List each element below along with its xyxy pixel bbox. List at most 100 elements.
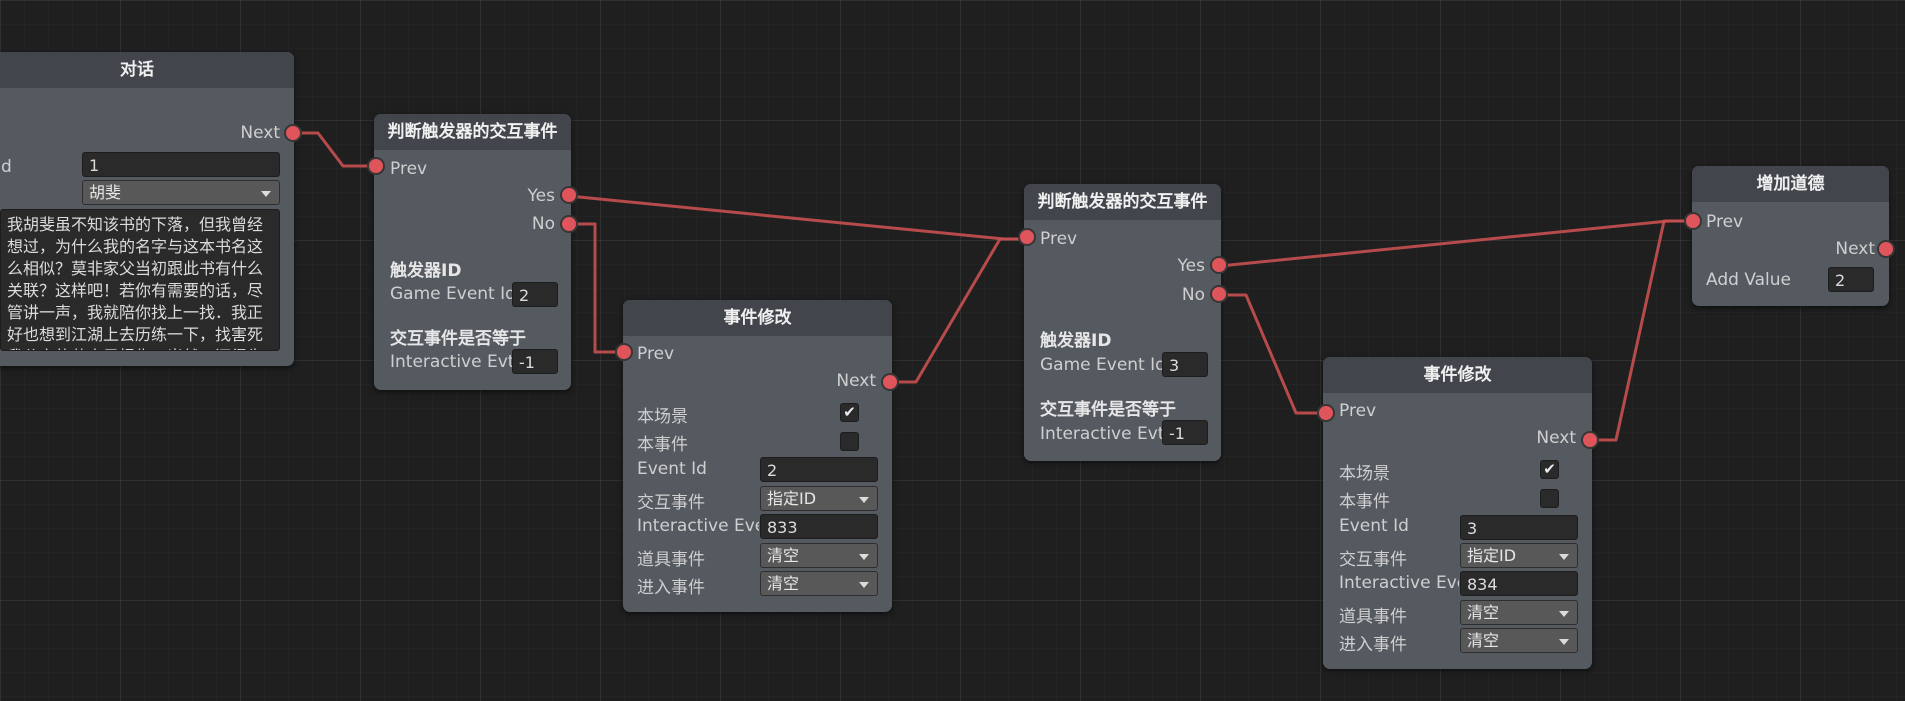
check-icon: ✔ [843, 403, 856, 421]
judge-trigger-node-1[interactable]: 判断触发器的交互事件 Prev Yes No 触发器ID Game Event … [374, 114, 571, 390]
judge1-no-port[interactable] [560, 215, 578, 233]
morality-prev-port[interactable] [1684, 212, 1702, 230]
wire-judge1-yes-to-judge2 [568, 194, 1028, 241]
yes-port-label: Yes [1177, 256, 1205, 276]
game-event-id-label: Game Event Id [1040, 355, 1166, 375]
node-title[interactable]: 增加道德 [1692, 166, 1889, 202]
trigger-id-heading: 触发器ID [1040, 331, 1112, 351]
wire-judge2-yes-to-morality [1219, 219, 1693, 268]
event2-prev-port[interactable] [1317, 404, 1335, 422]
chevron-down-icon [1559, 639, 1569, 645]
interactive-eve-field[interactable]: 834 [1460, 571, 1578, 596]
enter-event-dropdown[interactable]: 清空 [1460, 628, 1578, 653]
chevron-down-icon [859, 582, 869, 588]
add-morality-node[interactable]: 增加道德 Prev Next Add Value 2 [1692, 166, 1889, 306]
node-title[interactable]: 事件修改 [623, 300, 892, 336]
interactive-evt-label: Interactive Evt [390, 352, 515, 372]
interactive-eve-field[interactable]: 833 [760, 514, 878, 539]
wire-judge2-no-to-event2 [1220, 293, 1326, 415]
this-event-label: 本事件 [1339, 492, 1390, 512]
item-event-dropdown[interactable]: 清空 [1460, 600, 1578, 625]
item-event-dropdown[interactable]: 清空 [760, 543, 878, 568]
wire-event2-to-morality [1590, 219, 1693, 442]
no-port-label: No [531, 214, 555, 234]
no-port-label: No [1181, 285, 1205, 305]
interactive-event-value: 指定ID [767, 489, 817, 508]
interactive-event-label: 交互事件 [637, 493, 705, 513]
yes-port-label: Yes [527, 186, 555, 206]
interactive-event-value: 指定ID [1467, 546, 1517, 565]
this-scene-checkbox[interactable]: ✔ [840, 403, 859, 422]
interactive-evt-field[interactable]: -1 [1162, 420, 1208, 445]
item-event-label: 道具事件 [1339, 607, 1407, 627]
enter-event-dropdown[interactable]: 清空 [760, 571, 878, 596]
enter-event-label: 进入事件 [637, 578, 705, 598]
id-label: Id [0, 157, 12, 177]
this-event-checkbox[interactable] [1540, 489, 1559, 508]
morality-next-port[interactable] [1877, 240, 1895, 258]
interactive-evt-field[interactable]: -1 [512, 349, 558, 374]
event1-next-port[interactable] [881, 373, 899, 391]
dialog-node[interactable]: 对话 Next Id 1 胡斐 我胡斐虽不知该书的下落，但我曾经想过，为什么我的… [0, 52, 294, 366]
chevron-down-icon [859, 497, 869, 503]
judge2-prev-port[interactable] [1018, 228, 1036, 246]
interactive-event-dropdown[interactable]: 指定ID [760, 486, 878, 511]
chevron-down-icon [1559, 611, 1569, 617]
chevron-down-icon [261, 191, 271, 197]
this-scene-checkbox[interactable]: ✔ [1540, 460, 1559, 479]
this-event-label: 本事件 [637, 435, 688, 455]
id-field[interactable]: 1 [82, 152, 280, 177]
next-port-label: Next [836, 371, 876, 391]
next-port-label: Next [1835, 239, 1875, 259]
node-title[interactable]: 判断触发器的交互事件 [374, 114, 571, 150]
event-modify-node-1[interactable]: 事件修改 Prev Next 本场景 ✔ 本事件 Event Id 2 交互事件… [623, 300, 892, 612]
prev-port-label: Prev [1339, 401, 1377, 421]
dialog-text: 我胡斐虽不知该书的下落，但我曾经想过，为什么我的名字与这本书名这么相似？莫非家父… [7, 215, 264, 350]
prev-port-label: Prev [390, 159, 428, 179]
judge2-yes-port[interactable] [1210, 256, 1228, 274]
add-value-field[interactable]: 2 [1828, 267, 1874, 292]
node-title[interactable]: 对话 [0, 52, 294, 88]
event-id-field[interactable]: 3 [1460, 515, 1578, 540]
game-event-id-field[interactable]: 3 [1162, 352, 1208, 377]
wire-event1-to-judge2 [890, 237, 1028, 384]
event2-next-port[interactable] [1581, 431, 1599, 449]
interactive-eve-label: Interactive Eve [1339, 573, 1459, 593]
node-title[interactable]: 判断触发器的交互事件 [1024, 184, 1221, 220]
judge1-yes-port[interactable] [560, 186, 578, 204]
next-port-label: Next [240, 123, 280, 143]
prev-port-label: Prev [637, 344, 675, 364]
judge-trigger-node-2[interactable]: 判断触发器的交互事件 Prev Yes No 触发器ID Game Event … [1024, 184, 1221, 461]
this-scene-label: 本场景 [637, 407, 688, 427]
dialog-next-port[interactable] [284, 124, 302, 142]
chevron-down-icon [859, 554, 869, 560]
event-id-field[interactable]: 2 [760, 457, 878, 482]
item-event-value: 清空 [1467, 603, 1500, 622]
enter-event-value: 清空 [1467, 631, 1500, 650]
event-id-label: Event Id [637, 459, 707, 479]
this-event-checkbox[interactable] [840, 432, 859, 451]
trigger-id-heading: 触发器ID [390, 261, 462, 281]
interactive-equals-heading: 交互事件是否等于 [390, 329, 526, 349]
interactive-event-label: 交互事件 [1339, 550, 1407, 570]
item-event-label: 道具事件 [637, 550, 705, 570]
node-title[interactable]: 事件修改 [1323, 357, 1592, 393]
add-value-label: Add Value [1706, 270, 1791, 290]
next-port-label: Next [1536, 428, 1576, 448]
interactive-eve-label: Interactive Eve [637, 516, 759, 536]
interactive-event-dropdown[interactable]: 指定ID [1460, 543, 1578, 568]
check-icon: ✔ [1543, 460, 1556, 478]
judge2-no-port[interactable] [1210, 285, 1228, 303]
judge1-prev-port[interactable] [367, 157, 385, 175]
game-event-id-field[interactable]: 2 [512, 282, 558, 307]
interactive-evt-label: Interactive Evt [1040, 424, 1165, 444]
prev-port-label: Prev [1040, 229, 1078, 249]
dialog-text-area[interactable]: 我胡斐虽不知该书的下落，但我曾经想过，为什么我的名字与这本书名这么相似？莫非家父… [0, 209, 280, 351]
game-event-id-label: Game Event Id [390, 284, 516, 304]
speaker-dropdown[interactable]: 胡斐 [82, 180, 280, 205]
enter-event-label: 进入事件 [1339, 635, 1407, 655]
interactive-equals-heading: 交互事件是否等于 [1040, 400, 1176, 420]
event1-prev-port[interactable] [615, 343, 633, 361]
speaker-dropdown-value: 胡斐 [89, 183, 122, 202]
event-modify-node-2[interactable]: 事件修改 Prev Next 本场景 ✔ 本事件 Event Id 3 交互事件… [1323, 357, 1592, 669]
